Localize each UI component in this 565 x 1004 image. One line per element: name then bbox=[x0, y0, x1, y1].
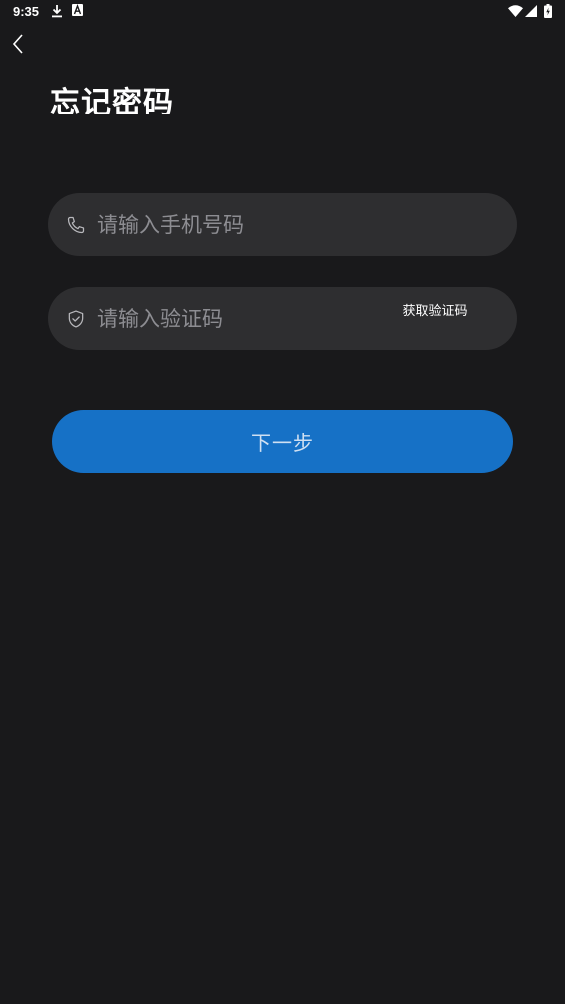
next-button[interactable]: 下一步 bbox=[52, 410, 513, 473]
chevron-left-icon bbox=[12, 34, 23, 54]
signal-icon bbox=[525, 5, 537, 17]
page-title: 忘记密码 bbox=[50, 86, 174, 114]
status-bar: 9:35 bbox=[0, 0, 565, 24]
phone-input-row bbox=[48, 193, 517, 256]
page-title-container: 忘记密码 bbox=[50, 82, 350, 114]
status-time: 9:35 bbox=[13, 4, 40, 19]
get-code-button[interactable]: 获取验证码 bbox=[393, 299, 477, 319]
font-a-icon bbox=[72, 4, 83, 16]
shield-check-icon bbox=[68, 310, 84, 328]
download-icon bbox=[52, 5, 62, 18]
code-input-row: 获取验证码 bbox=[48, 287, 517, 350]
back-button[interactable] bbox=[6, 30, 30, 58]
code-input[interactable] bbox=[97, 297, 387, 340]
battery-icon bbox=[544, 4, 552, 18]
wifi-icon bbox=[508, 5, 523, 17]
phone-input[interactable] bbox=[97, 203, 497, 246]
phone-icon bbox=[67, 216, 85, 234]
